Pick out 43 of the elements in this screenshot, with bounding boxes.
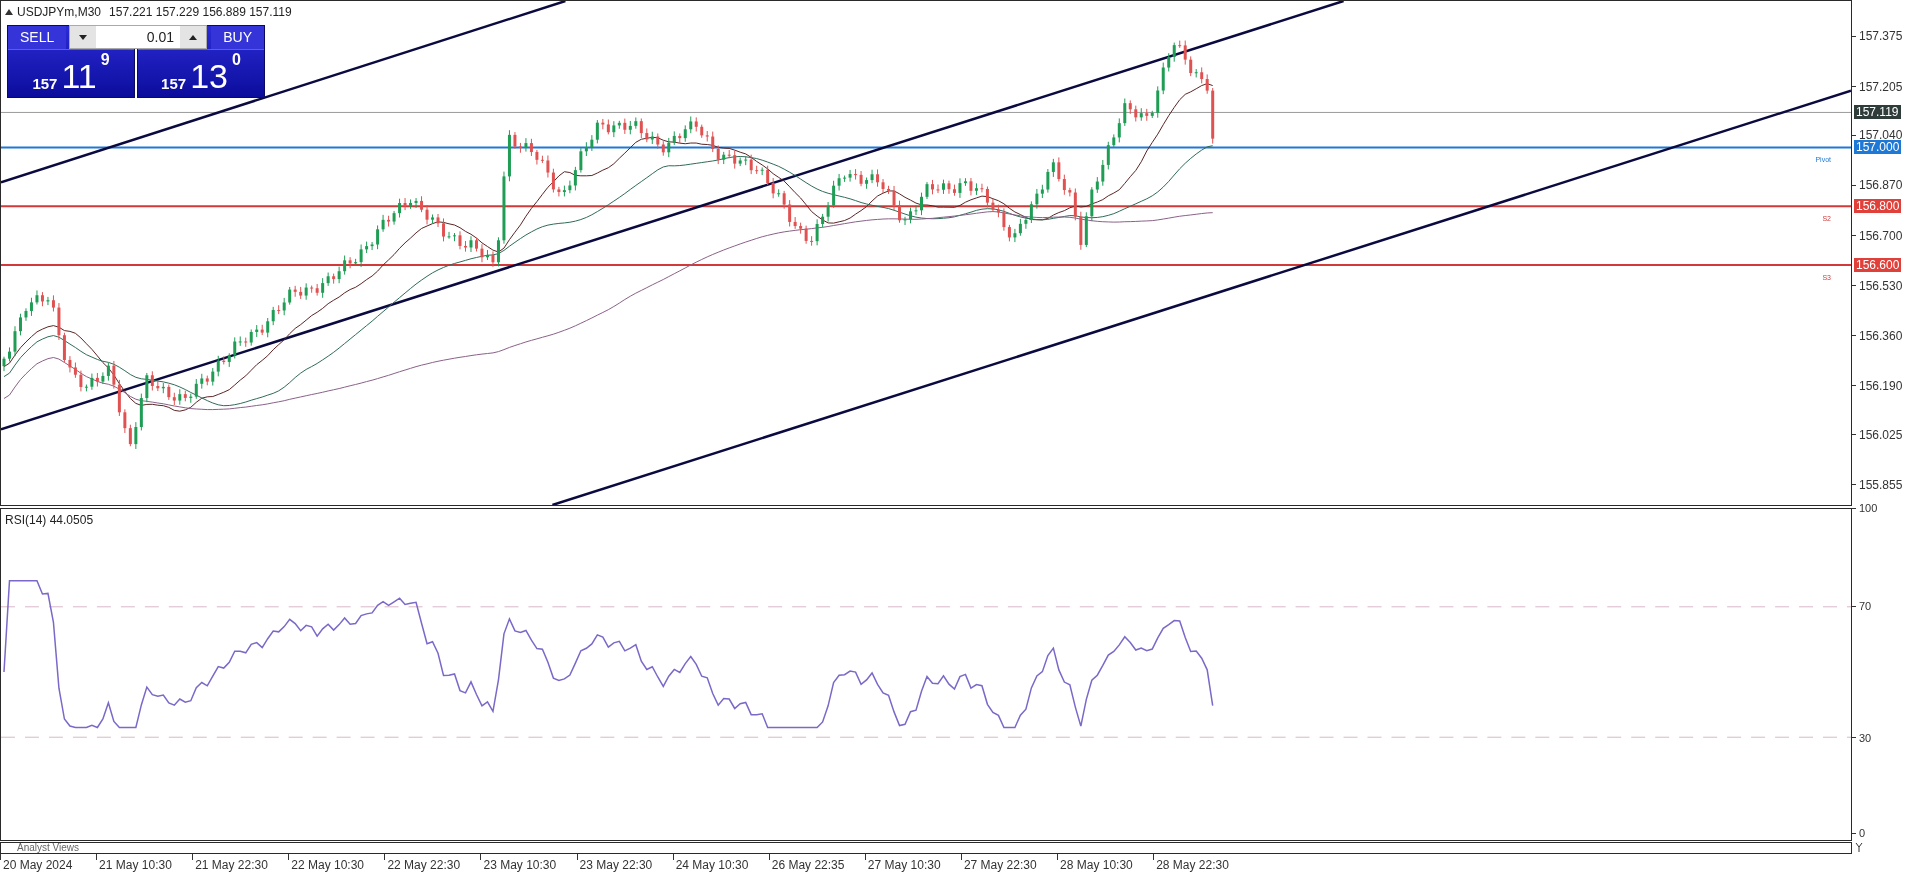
price-tick-label: 156.530 [1859,277,1903,294]
price-tick-label: 156.700 [1859,227,1903,244]
price-tick-label: 156.025 [1859,426,1903,443]
time-axis-label: 22 May 22:30 [387,858,461,872]
symbol-label: USDJPYm,M30 [17,4,102,21]
time-axis-label: 28 May 10:30 [1060,858,1133,872]
time-axis-label: 24 May 10:30 [675,858,749,872]
price-level-tag: 157.119 [1854,104,1901,119]
price-tick-label: 157.375 [1859,28,1903,45]
price-pip-digit: 0 [231,52,241,68]
price-tick-label: 155.855 [1859,476,1903,493]
rsi-tick-label: 70 [1859,599,1872,614]
time-axis-label: 23 May 10:30 [483,858,557,872]
time-axis-label: 27 May 22:30 [963,858,1037,872]
price-tick-label: 156.190 [1859,377,1903,394]
price-pip-digit: 9 [100,52,110,68]
price-tick-label: 156.870 [1859,177,1903,194]
price-prefix: 157 [161,76,187,91]
price-level-tag: 156.800 [1854,199,1902,213]
price-tick-label: 157.205 [1859,78,1903,95]
time-axis-label: 22 May 10:30 [291,858,364,872]
price-main-digits: 13 [190,59,228,93]
time-axis-label: 23 May 22:30 [579,858,653,872]
rsi-title: RSI(14) 44.0505 [5,512,94,529]
rsi-tick-label: 30 [1859,730,1872,745]
price-tick-label: 156.360 [1859,327,1903,344]
time-axis-label: 21 May 22:30 [195,858,268,872]
price-prefix: 157 [32,76,58,91]
rsi-tick-label: 0 [1859,826,1866,840]
price-main-digits: 11 [61,59,97,93]
price-level-tag: 157.000 [1854,140,1902,154]
time-axis-label: 27 May 10:30 [867,858,941,872]
ohlc-values: 157.221 157.229 156.889 157.119 [109,4,292,21]
analyst-views-label: Analyst Views [17,843,80,853]
sell-button[interactable]: SELL [8,26,67,49]
time-axis-label: 26 May 22:35 [771,858,845,872]
price-tick-label: 157.040 [1859,127,1903,143]
rsi-tick-label: 100 [1859,501,1878,515]
time-axis-label: 21 May 10:30 [99,858,172,872]
time-axis-label: 20 May 2024 [3,858,73,872]
price-level-tag: 156.600 [1854,258,1902,272]
time-axis-label: 28 May 22:30 [1156,858,1229,872]
buy-button[interactable]: BUY [211,26,264,49]
